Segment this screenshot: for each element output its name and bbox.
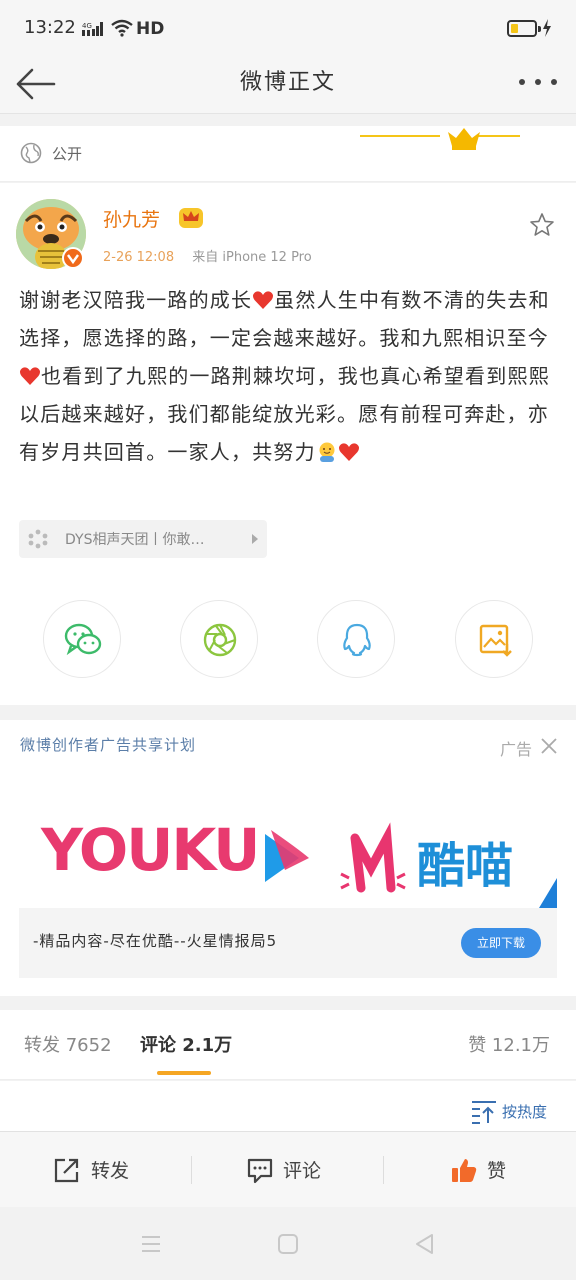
system-nav-bar <box>0 1207 576 1280</box>
save-image-button[interactable] <box>455 600 533 678</box>
sort-row: 按热度 <box>0 1081 576 1131</box>
share-moments-button[interactable] <box>180 600 258 678</box>
ad-banner-graphic: YOUKU 酷喵 <box>40 816 557 908</box>
post-time: 2-26 12:08 <box>103 250 175 265</box>
like-label: 赞 <box>487 1160 507 1182</box>
hd-label: HD <box>136 19 165 39</box>
share-row <box>0 600 576 680</box>
ad-footer[interactable]: -精品内容-尽在优酷--火星情报局5 立即下载 <box>19 908 557 978</box>
play-arrow-icon <box>252 534 258 544</box>
crown-decoration-icon <box>360 128 520 150</box>
heart-emoji-icon <box>338 443 359 461</box>
back-icon[interactable] <box>414 1233 436 1255</box>
more-icon[interactable] <box>516 72 560 92</box>
ad-description: -精品内容-尽在优酷--火星情报局5 <box>33 932 278 950</box>
share-wechat-button[interactable] <box>43 600 121 678</box>
heart-emoji-icon <box>19 367 41 385</box>
action-bar: 转发 评论 赞 <box>0 1131 576 1207</box>
tab-like[interactable]: 赞 12.1万 <box>468 1031 550 1057</box>
topic-icon <box>28 529 48 549</box>
ad-card[interactable]: 微博创作者广告共享计划 广告 YOUKU 酷喵 -精品内容-尽在优酷--火星情报… <box>0 720 576 996</box>
sort-label[interactable]: 按热度 <box>502 1101 547 1122</box>
repost-icon <box>54 1158 79 1183</box>
signal-icon: 4G <box>82 22 103 36</box>
post-text-3: 也看到了九熙的一路荆棘坎坷，我也真心希望看到熙熙以后越来越好，我们都能绽放光彩。… <box>19 364 550 464</box>
moments-icon <box>203 623 237 657</box>
vip-crown-icon <box>179 208 203 228</box>
sort-icon[interactable] <box>470 1099 498 1125</box>
globe-icon <box>20 142 42 164</box>
hug-emoji-icon <box>319 442 335 462</box>
repost-label: 转发 <box>91 1160 130 1182</box>
visibility-label: 公开 <box>52 145 83 163</box>
tab-repost[interactable]: 转发 7652 <box>24 1031 112 1057</box>
status-time: 13:22 <box>24 17 76 38</box>
post-content: 谢谢老汉陪我一路的成长 虽然人生中有数不清的失去和选择，愿选择的路，一定会越来越好… <box>19 281 559 471</box>
favorite-star-icon[interactable] <box>528 211 556 239</box>
kumiao-logo: 酷喵 <box>417 838 513 894</box>
network-label: 4G <box>82 22 92 30</box>
comment-label: 评论 <box>283 1160 322 1182</box>
post-meta: 2-26 12:08 来自 iPhone 12 Pro <box>103 246 312 265</box>
wechat-icon <box>64 623 102 656</box>
post-tabs: 转发 7652 评论 2.1万 赞 12.1万 <box>0 1010 576 1080</box>
comment-icon <box>247 1158 273 1184</box>
wifi-icon <box>111 19 133 37</box>
nav-bar: 微博正文 <box>0 56 576 114</box>
share-qq-button[interactable] <box>317 600 395 678</box>
topic-chip[interactable]: DYS相声天团丨你敢… <box>19 520 267 558</box>
ad-tag: 广告 <box>499 740 532 759</box>
username[interactable]: 孙九芳 <box>103 205 160 232</box>
home-icon[interactable] <box>277 1233 299 1255</box>
post-source: 来自 iPhone 12 Pro <box>192 250 312 265</box>
post-text-1: 谢谢老汉陪我一路的成长 <box>19 288 253 312</box>
tab-comment[interactable]: 评论 2.1万 <box>140 1031 232 1057</box>
close-icon[interactable] <box>540 737 558 755</box>
ad-program-title[interactable]: 微博创作者广告共享计划 <box>20 734 196 755</box>
verified-badge-icon <box>62 247 84 269</box>
save-image-icon <box>479 624 512 657</box>
topic-text: DYS相声天团丨你敢… <box>65 532 205 548</box>
active-tab-indicator <box>157 1071 211 1075</box>
youku-logo: YOUKU <box>40 816 258 884</box>
repost-button[interactable]: 转发 <box>0 1132 192 1208</box>
post-card: 孙九芳 2-26 12:08 来自 iPhone 12 Pro 谢谢老汉陪我一路… <box>0 183 576 705</box>
battery-icon <box>507 20 541 37</box>
comment-button[interactable]: 评论 <box>192 1132 384 1208</box>
page-title: 微博正文 <box>239 70 336 95</box>
thumbs-up-icon <box>452 1159 477 1182</box>
download-button[interactable]: 立即下载 <box>461 928 541 958</box>
status-bar: 13:22 4G HD <box>0 0 576 56</box>
heart-emoji-icon <box>253 291 274 309</box>
ad-banner[interactable]: YOUKU 酷喵 <box>19 778 557 908</box>
like-button[interactable]: 赞 <box>384 1132 576 1208</box>
qq-icon <box>343 623 371 657</box>
charging-icon <box>543 19 551 37</box>
menu-icon[interactable] <box>140 1233 162 1255</box>
